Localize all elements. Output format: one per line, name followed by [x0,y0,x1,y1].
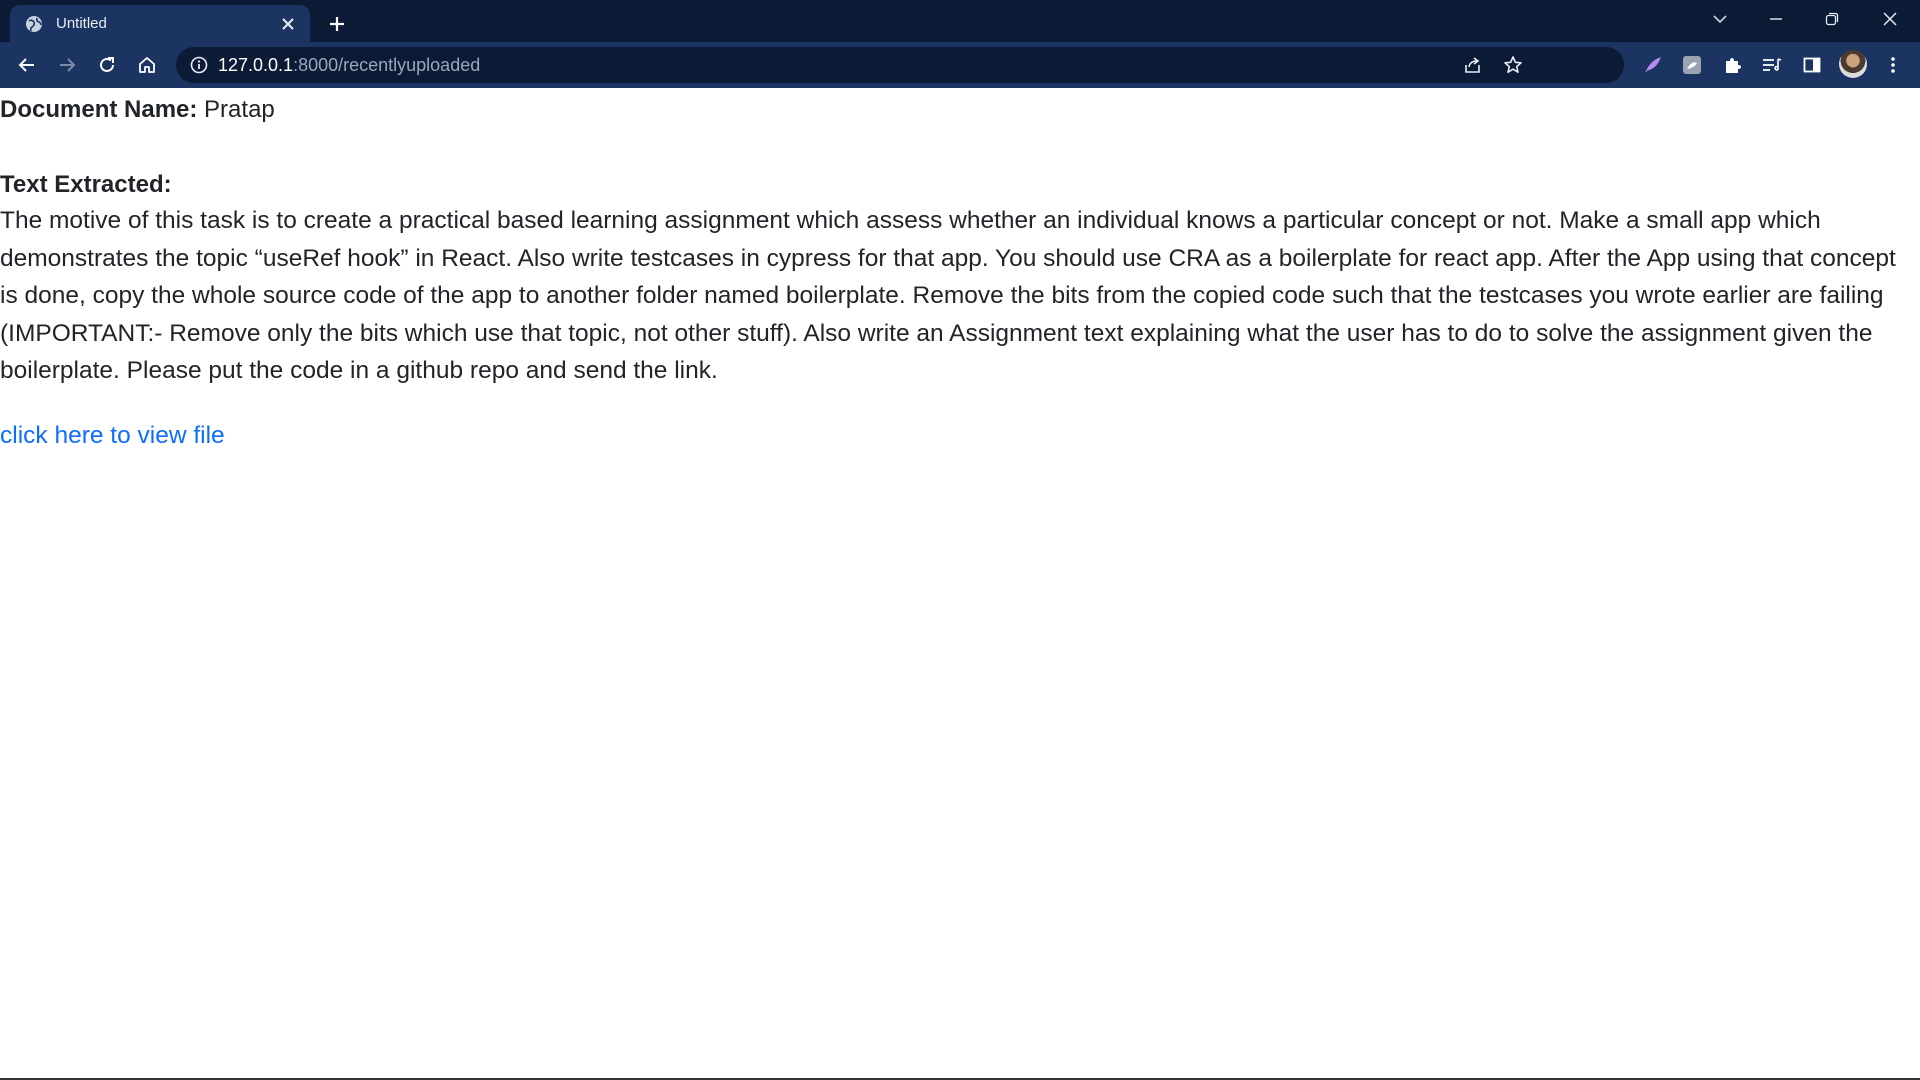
chevron-down-icon[interactable] [1692,0,1748,38]
extension-square-icon[interactable] [1677,50,1707,80]
restore-icon[interactable] [1804,0,1860,38]
tab-title: Untitled [56,15,107,32]
side-panel-icon[interactable] [1797,50,1827,80]
kebab-menu-icon[interactable] [1878,50,1908,80]
document-name-label: Document Name: [0,96,198,123]
tab-untitled[interactable]: Untitled [10,5,310,42]
globe-icon [24,14,44,34]
feather-icon[interactable] [1638,50,1668,80]
extracted-text: The motive of this task is to create a p… [0,207,1896,384]
url-path: :8000/recentlyuploaded [293,55,481,75]
share-icon[interactable] [1460,52,1486,78]
browser-toolbar: 127.0.0.1:8000/recentlyuploaded [0,42,1920,88]
home-icon[interactable] [132,50,162,80]
info-icon[interactable] [188,54,210,76]
text-extracted-label: Text Extracted: [0,171,172,198]
address-bar[interactable]: 127.0.0.1:8000/recentlyuploaded [176,47,1624,83]
close-icon[interactable] [276,12,300,36]
forward-icon[interactable] [52,50,82,80]
document-name-value: Pratap [204,96,275,123]
back-icon[interactable] [12,50,42,80]
minimize-icon[interactable] [1748,0,1804,38]
window-close-icon[interactable] [1862,0,1918,38]
reading-list-icon[interactable] [1757,50,1787,80]
plus-icon[interactable] [322,9,352,39]
star-icon[interactable] [1500,52,1526,78]
reload-icon[interactable] [92,50,122,80]
avatar[interactable] [1839,50,1867,78]
tab-strip: Untitled [0,0,1920,42]
puzzle-icon[interactable] [1717,50,1747,80]
document-name: Document Name: Pratap [0,90,275,130]
url-text[interactable]: 127.0.0.1:8000/recentlyuploaded [218,47,480,83]
url-host: 127.0.0.1 [218,55,294,75]
view-file-link[interactable]: click here to view file [0,416,225,456]
